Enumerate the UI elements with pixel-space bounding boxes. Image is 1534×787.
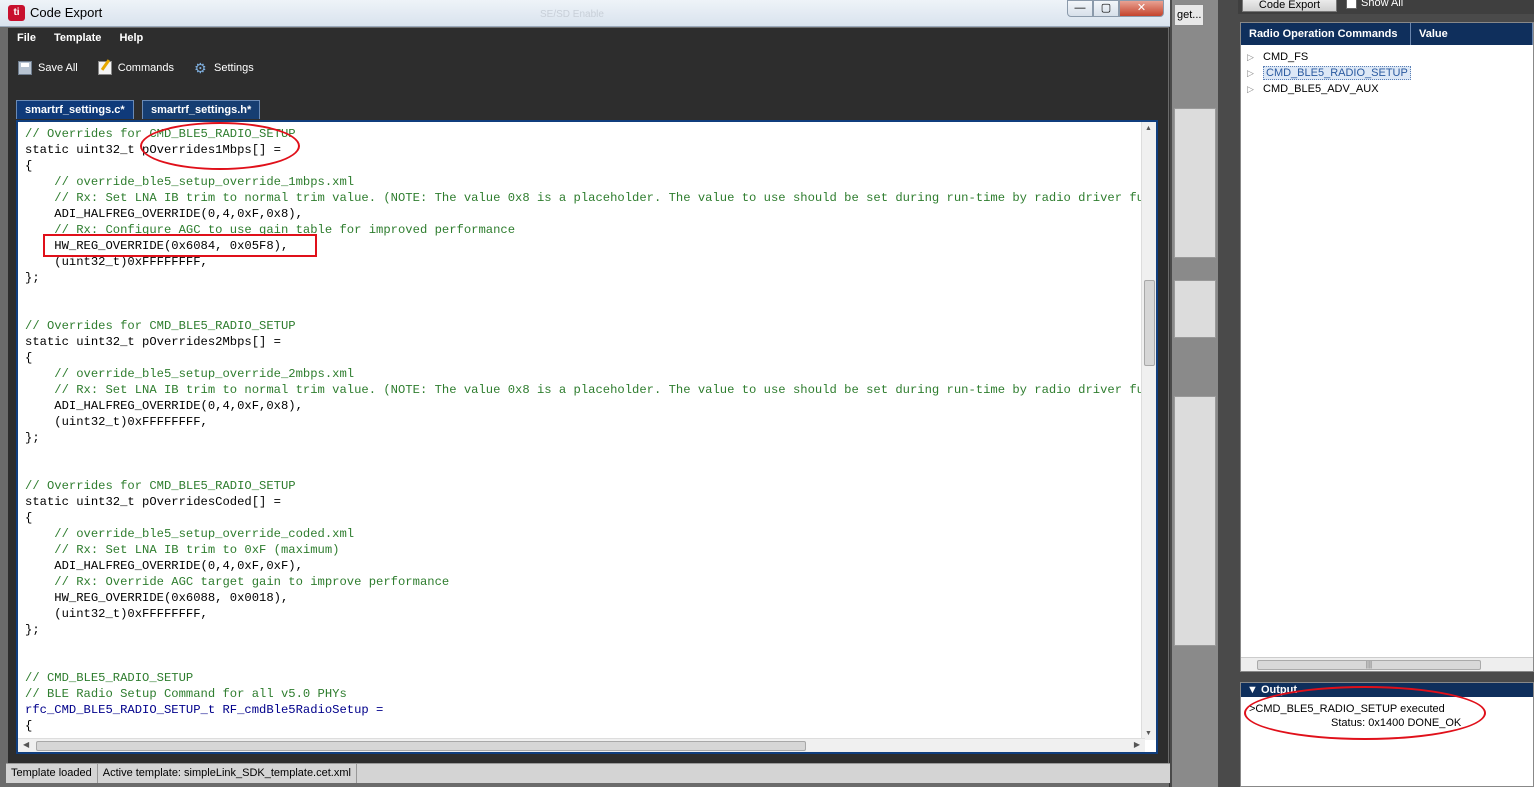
tab-smartrf-settings-c[interactable]: smartrf_settings.c* bbox=[16, 100, 134, 119]
scroll-up-icon[interactable]: ▲ bbox=[1145, 125, 1152, 132]
radio-operation-commands-panel: Radio Operation Commands Value ▷ CMD_FS … bbox=[1240, 22, 1534, 672]
commands-label: Commands bbox=[117, 62, 174, 74]
code-line[interactable]: // Rx: Set LNA IB trim to normal trim va… bbox=[25, 382, 1145, 398]
code-line[interactable]: { bbox=[25, 510, 1145, 526]
save-icon bbox=[18, 61, 32, 75]
code-line[interactable] bbox=[25, 446, 1145, 462]
code-editor[interactable]: // Overrides for CMD_BLE5_RADIO_SETUP sta… bbox=[16, 120, 1158, 754]
code-line[interactable] bbox=[25, 462, 1145, 478]
edit-icon bbox=[97, 61, 112, 75]
background-block bbox=[1174, 280, 1216, 338]
code-line[interactable] bbox=[25, 654, 1145, 670]
code-line[interactable]: // override_ble5_setup_override_2mbps.xm… bbox=[25, 366, 1145, 382]
expand-arrow-icon[interactable]: ▷ bbox=[1247, 68, 1263, 79]
minimize-button[interactable]: — bbox=[1067, 0, 1093, 17]
code-text[interactable]: // Overrides for CMD_BLE5_RADIO_SETUP sta… bbox=[25, 126, 1145, 738]
vertical-scrollbar[interactable]: ▲ ▼ bbox=[1141, 122, 1156, 740]
active-template-status: Active template: simpleLink_SDK_template… bbox=[98, 764, 357, 783]
get-button[interactable]: get... bbox=[1174, 4, 1204, 26]
code-export-button[interactable]: Code Export bbox=[1242, 0, 1337, 12]
scroll-right-icon[interactable]: ▶ bbox=[1134, 740, 1140, 749]
radio-command-item-selected[interactable]: ▷ CMD_BLE5_RADIO_SETUP bbox=[1241, 65, 1533, 81]
scrollbar-thumb[interactable]: ||| bbox=[1257, 660, 1481, 670]
code-line[interactable]: rfc_CMD_BLE5_RADIO_SETUP_t RF_cmdBle5Rad… bbox=[25, 702, 1145, 718]
code-line[interactable]: HW_REG_OVERRIDE(0x6088, 0x0018), bbox=[25, 590, 1145, 606]
annotation-rectangle bbox=[43, 234, 317, 257]
expand-arrow-icon[interactable]: ▷ bbox=[1247, 52, 1263, 63]
background-strip bbox=[1172, 0, 1218, 787]
ti-logo-icon: ti bbox=[8, 5, 25, 21]
radio-command-label: CMD_BLE5_ADV_AUX bbox=[1263, 83, 1379, 95]
scrollbar-thumb[interactable] bbox=[36, 741, 806, 751]
menu-template[interactable]: Template bbox=[45, 32, 110, 44]
column-header-value[interactable]: Value bbox=[1411, 23, 1533, 45]
annotation-ellipse bbox=[1244, 686, 1486, 740]
close-button[interactable]: ✕ bbox=[1119, 0, 1164, 17]
window-title: Code Export bbox=[30, 5, 103, 20]
show-all-label: Show All bbox=[1361, 0, 1404, 9]
code-line[interactable]: // Overrides for CMD_BLE5_RADIO_SETUP bbox=[25, 318, 1145, 334]
tab-smartrf-settings-h[interactable]: smartrf_settings.h* bbox=[142, 100, 261, 119]
code-line[interactable]: ADI_HALFREG_OVERRIDE(0,4,0xF,0x8), bbox=[25, 398, 1145, 414]
commands-button[interactable]: Commands bbox=[97, 61, 174, 75]
code-line[interactable] bbox=[25, 638, 1145, 654]
code-line[interactable]: { bbox=[25, 718, 1145, 734]
settings-label: Settings bbox=[214, 62, 254, 74]
code-line[interactable]: }; bbox=[25, 270, 1145, 286]
save-all-button[interactable]: Save All bbox=[18, 61, 78, 75]
code-line[interactable]: // Rx: Override AGC target gain to impro… bbox=[25, 574, 1145, 590]
maximize-button[interactable]: ▢ bbox=[1093, 0, 1119, 17]
background-block bbox=[1174, 396, 1216, 646]
code-line[interactable] bbox=[25, 286, 1145, 302]
code-line[interactable]: // Rx: Set LNA IB trim to normal trim va… bbox=[25, 190, 1145, 206]
annotation-ellipse bbox=[140, 122, 300, 170]
radio-command-label: CMD_BLE5_RADIO_SETUP bbox=[1263, 66, 1411, 80]
title-bar[interactable]: ti Code Export SE/SD Enable — ▢ ✕ bbox=[0, 0, 1170, 27]
status-bar: Template loaded Active template: simpleL… bbox=[6, 763, 1170, 783]
menu-help[interactable]: Help bbox=[110, 32, 152, 44]
background-block bbox=[1174, 108, 1216, 258]
radio-command-item[interactable]: ▷ CMD_BLE5_ADV_AUX bbox=[1241, 81, 1533, 97]
code-line[interactable] bbox=[25, 302, 1145, 318]
settings-button[interactable]: ⚙ Settings bbox=[194, 61, 254, 75]
code-line[interactable]: // BLE Radio Setup Command for all v5.0 … bbox=[25, 686, 1145, 702]
save-all-label: Save All bbox=[38, 62, 78, 74]
code-line[interactable]: }; bbox=[25, 430, 1145, 446]
code-line[interactable]: ADI_HALFREG_OVERRIDE(0,4,0xF,0xF), bbox=[25, 558, 1145, 574]
code-line[interactable]: (uint32_t)0xFFFFFFFF, bbox=[25, 606, 1145, 622]
checkbox-box[interactable] bbox=[1346, 0, 1357, 9]
radio-command-label: CMD_FS bbox=[1263, 51, 1309, 63]
status-message: Template loaded bbox=[6, 764, 98, 783]
scroll-down-icon[interactable]: ▼ bbox=[1145, 730, 1152, 737]
code-line[interactable]: static uint32_t pOverrides2Mbps[] = bbox=[25, 334, 1145, 350]
scrollbar-thumb[interactable] bbox=[1144, 280, 1155, 366]
menu-bar: File Template Help bbox=[8, 28, 1168, 48]
radio-command-item[interactable]: ▷ CMD_FS bbox=[1241, 49, 1533, 65]
menu-file[interactable]: File bbox=[8, 32, 45, 44]
code-line[interactable]: }; bbox=[25, 622, 1145, 638]
code-export-dialog: ti Code Export SE/SD Enable — ▢ ✕ File T… bbox=[0, 0, 1170, 787]
window-controls: — ▢ ✕ bbox=[1067, 0, 1164, 17]
toolbar: Save All Commands ⚙ Settings bbox=[8, 48, 1168, 88]
code-line[interactable]: // override_ble5_setup_override_1mbps.xm… bbox=[25, 174, 1145, 190]
code-line[interactable]: // CMD_BLE5_RADIO_SETUP bbox=[25, 670, 1145, 686]
code-line[interactable]: // Overrides for CMD_BLE5_RADIO_SETUP bbox=[25, 478, 1145, 494]
code-line[interactable]: (uint32_t)0xFFFFFFFF, bbox=[25, 414, 1145, 430]
gear-icon: ⚙ bbox=[194, 60, 207, 76]
column-header-commands[interactable]: Radio Operation Commands bbox=[1241, 23, 1411, 45]
code-line[interactable]: // override_ble5_setup_override_coded.xm… bbox=[25, 526, 1145, 542]
radio-panel-scrollbar[interactable]: ||| bbox=[1241, 657, 1533, 671]
background-window-title: SE/SD Enable bbox=[540, 9, 604, 20]
horizontal-scrollbar[interactable]: ◀ ▶ bbox=[18, 738, 1145, 752]
radio-panel-header: Radio Operation Commands Value bbox=[1241, 23, 1533, 45]
expand-arrow-icon[interactable]: ▷ bbox=[1247, 84, 1263, 95]
scroll-left-icon[interactable]: ◀ bbox=[23, 740, 29, 749]
code-line[interactable]: ADI_HALFREG_OVERRIDE(0,4,0xF,0x8), bbox=[25, 206, 1145, 222]
show-all-checkbox[interactable]: Show All bbox=[1346, 0, 1403, 9]
code-line[interactable]: static uint32_t pOverridesCoded[] = bbox=[25, 494, 1145, 510]
code-line[interactable]: // Rx: Set LNA IB trim to 0xF (maximum) bbox=[25, 542, 1145, 558]
code-line[interactable]: { bbox=[25, 350, 1145, 366]
